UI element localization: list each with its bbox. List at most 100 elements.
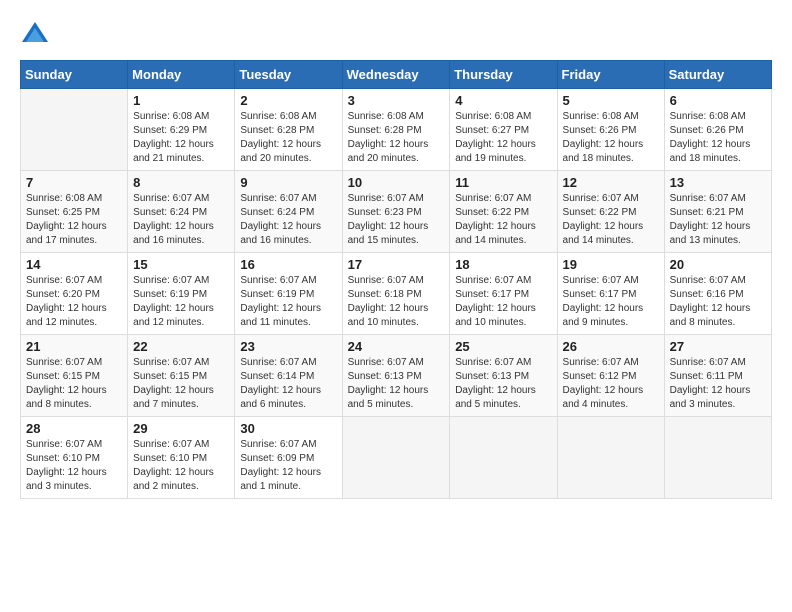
day-info: Sunrise: 6:08 AMSunset: 6:26 PMDaylight:… xyxy=(563,110,659,166)
day-info: Sunrise: 6:08 AMSunset: 6:28 PMDaylight:… xyxy=(240,110,336,166)
day-of-week-header: Tuesday xyxy=(235,61,342,89)
day-info: Sunrise: 6:07 AMSunset: 6:14 PMDaylight:… xyxy=(240,356,336,412)
calendar-day-cell xyxy=(342,417,450,499)
calendar-week-row: 28 Sunrise: 6:07 AMSunset: 6:10 PMDayligh… xyxy=(21,417,772,499)
calendar-day-cell xyxy=(450,417,557,499)
calendar-day-cell: 29 Sunrise: 6:07 AMSunset: 6:10 PMDayligh… xyxy=(128,417,235,499)
day-info: Sunrise: 6:07 AMSunset: 6:11 PMDaylight:… xyxy=(670,356,766,412)
calendar-day-cell: 14 Sunrise: 6:07 AMSunset: 6:20 PMDayligh… xyxy=(21,253,128,335)
calendar-day-cell: 13 Sunrise: 6:07 AMSunset: 6:21 PMDayligh… xyxy=(664,171,771,253)
calendar-day-cell: 4Sunrise: 6:08 AMSunset: 6:27 PMDaylight… xyxy=(450,89,557,171)
day-info: Sunrise: 6:08 AMSunset: 6:29 PMDaylight:… xyxy=(133,110,229,166)
calendar-week-row: 21 Sunrise: 6:07 AMSunset: 6:15 PMDayligh… xyxy=(21,335,772,417)
day-info: Sunrise: 6:07 AMSunset: 6:10 PMDaylight:… xyxy=(26,438,122,494)
calendar-day-cell: 6Sunrise: 6:08 AMSunset: 6:26 PMDaylight… xyxy=(664,89,771,171)
day-number: 20 xyxy=(670,257,766,272)
calendar-day-cell: 10Sunrise: 6:07 AMSunset: 6:23 PMDayligh… xyxy=(342,171,450,253)
day-info: Sunrise: 6:07 AMSunset: 6:10 PMDaylight:… xyxy=(133,438,229,494)
calendar-day-cell: 15 Sunrise: 6:07 AMSunset: 6:19 PMDayligh… xyxy=(128,253,235,335)
calendar-day-cell: 26 Sunrise: 6:07 AMSunset: 6:12 PMDayligh… xyxy=(557,335,664,417)
calendar-week-row: 7Sunrise: 6:08 AMSunset: 6:25 PMDaylight… xyxy=(21,171,772,253)
calendar-table: SundayMondayTuesdayWednesdayThursdayFrid… xyxy=(20,60,772,499)
day-number: 10 xyxy=(348,175,445,190)
calendar-week-row: 1 Sunrise: 6:08 AMSunset: 6:29 PMDaylight… xyxy=(21,89,772,171)
logo-icon xyxy=(20,20,50,50)
day-of-week-header: Monday xyxy=(128,61,235,89)
day-number: 29 xyxy=(133,421,229,436)
day-number: 13 xyxy=(670,175,766,190)
day-number: 11 xyxy=(455,175,551,190)
calendar-day-cell: 9Sunrise: 6:07 AMSunset: 6:24 PMDaylight… xyxy=(235,171,342,253)
calendar-day-cell: 8 Sunrise: 6:07 AMSunset: 6:24 PMDaylight… xyxy=(128,171,235,253)
day-number: 28 xyxy=(26,421,122,436)
calendar-day-cell: 22Sunrise: 6:07 AMSunset: 6:15 PMDayligh… xyxy=(128,335,235,417)
day-info: Sunrise: 6:07 AMSunset: 6:24 PMDaylight:… xyxy=(240,192,336,248)
day-number: 8 xyxy=(133,175,229,190)
calendar-day-cell: 28 Sunrise: 6:07 AMSunset: 6:10 PMDayligh… xyxy=(21,417,128,499)
day-info: Sunrise: 6:07 AMSunset: 6:09 PMDaylight:… xyxy=(240,438,336,494)
calendar-day-cell: 7Sunrise: 6:08 AMSunset: 6:25 PMDaylight… xyxy=(21,171,128,253)
day-info: Sunrise: 6:08 AMSunset: 6:27 PMDaylight:… xyxy=(455,110,551,166)
calendar-day-cell: 17 Sunrise: 6:07 AMSunset: 6:18 PMDayligh… xyxy=(342,253,450,335)
day-number: 15 xyxy=(133,257,229,272)
day-of-week-header: Wednesday xyxy=(342,61,450,89)
day-number: 2 xyxy=(240,93,336,108)
day-info: Sunrise: 6:07 AMSunset: 6:24 PMDaylight:… xyxy=(133,192,229,248)
day-info: Sunrise: 6:07 AMSunset: 6:18 PMDaylight:… xyxy=(348,274,445,330)
calendar-day-cell: 1 Sunrise: 6:08 AMSunset: 6:29 PMDaylight… xyxy=(128,89,235,171)
calendar-day-cell: 25Sunrise: 6:07 AMSunset: 6:13 PMDayligh… xyxy=(450,335,557,417)
day-number: 25 xyxy=(455,339,551,354)
calendar-day-cell: 18Sunrise: 6:07 AMSunset: 6:17 PMDayligh… xyxy=(450,253,557,335)
day-number: 17 xyxy=(348,257,445,272)
day-info: Sunrise: 6:08 AMSunset: 6:28 PMDaylight:… xyxy=(348,110,445,166)
day-number: 24 xyxy=(348,339,445,354)
day-of-week-header: Sunday xyxy=(21,61,128,89)
calendar-day-cell: 27 Sunrise: 6:07 AMSunset: 6:11 PMDayligh… xyxy=(664,335,771,417)
calendar-header-row: SundayMondayTuesdayWednesdayThursdayFrid… xyxy=(21,61,772,89)
calendar-week-row: 14 Sunrise: 6:07 AMSunset: 6:20 PMDayligh… xyxy=(21,253,772,335)
day-of-week-header: Thursday xyxy=(450,61,557,89)
calendar-day-cell: 21 Sunrise: 6:07 AMSunset: 6:15 PMDayligh… xyxy=(21,335,128,417)
calendar-day-cell: 30Sunrise: 6:07 AMSunset: 6:09 PMDayligh… xyxy=(235,417,342,499)
day-number: 1 xyxy=(133,93,229,108)
day-info: Sunrise: 6:07 AMSunset: 6:16 PMDaylight:… xyxy=(670,274,766,330)
day-info: Sunrise: 6:07 AMSunset: 6:20 PMDaylight:… xyxy=(26,274,122,330)
day-number: 16 xyxy=(240,257,336,272)
day-info: Sunrise: 6:07 AMSunset: 6:15 PMDaylight:… xyxy=(26,356,122,412)
page-header xyxy=(20,20,772,50)
day-info: Sunrise: 6:07 AMSunset: 6:12 PMDaylight:… xyxy=(563,356,659,412)
day-of-week-header: Saturday xyxy=(664,61,771,89)
day-info: Sunrise: 6:07 AMSunset: 6:13 PMDaylight:… xyxy=(348,356,445,412)
day-number: 5 xyxy=(563,93,659,108)
day-info: Sunrise: 6:08 AMSunset: 6:26 PMDaylight:… xyxy=(670,110,766,166)
day-info: Sunrise: 6:07 AMSunset: 6:19 PMDaylight:… xyxy=(133,274,229,330)
day-info: Sunrise: 6:07 AMSunset: 6:22 PMDaylight:… xyxy=(455,192,551,248)
day-info: Sunrise: 6:07 AMSunset: 6:19 PMDaylight:… xyxy=(240,274,336,330)
calendar-day-cell xyxy=(21,89,128,171)
calendar-day-cell: 16 Sunrise: 6:07 AMSunset: 6:19 PMDayligh… xyxy=(235,253,342,335)
day-number: 3 xyxy=(348,93,445,108)
logo xyxy=(20,20,54,50)
day-info: Sunrise: 6:07 AMSunset: 6:17 PMDaylight:… xyxy=(455,274,551,330)
calendar-day-cell: 23 Sunrise: 6:07 AMSunset: 6:14 PMDayligh… xyxy=(235,335,342,417)
calendar-day-cell xyxy=(664,417,771,499)
day-number: 23 xyxy=(240,339,336,354)
calendar-day-cell: 20 Sunrise: 6:07 AMSunset: 6:16 PMDayligh… xyxy=(664,253,771,335)
day-number: 21 xyxy=(26,339,122,354)
day-of-week-header: Friday xyxy=(557,61,664,89)
calendar-day-cell: 5 Sunrise: 6:08 AMSunset: 6:26 PMDaylight… xyxy=(557,89,664,171)
calendar-day-cell: 19 Sunrise: 6:07 AMSunset: 6:17 PMDayligh… xyxy=(557,253,664,335)
day-info: Sunrise: 6:08 AMSunset: 6:25 PMDaylight:… xyxy=(26,192,122,248)
day-number: 19 xyxy=(563,257,659,272)
day-number: 14 xyxy=(26,257,122,272)
day-info: Sunrise: 6:07 AMSunset: 6:21 PMDaylight:… xyxy=(670,192,766,248)
day-number: 27 xyxy=(670,339,766,354)
calendar-day-cell: 3 Sunrise: 6:08 AMSunset: 6:28 PMDaylight… xyxy=(342,89,450,171)
day-number: 26 xyxy=(563,339,659,354)
calendar-day-cell: 24 Sunrise: 6:07 AMSunset: 6:13 PMDayligh… xyxy=(342,335,450,417)
calendar-day-cell: 12Sunrise: 6:07 AMSunset: 6:22 PMDayligh… xyxy=(557,171,664,253)
calendar-day-cell xyxy=(557,417,664,499)
day-info: Sunrise: 6:07 AMSunset: 6:17 PMDaylight:… xyxy=(563,274,659,330)
calendar-day-cell: 2 Sunrise: 6:08 AMSunset: 6:28 PMDaylight… xyxy=(235,89,342,171)
day-number: 22 xyxy=(133,339,229,354)
